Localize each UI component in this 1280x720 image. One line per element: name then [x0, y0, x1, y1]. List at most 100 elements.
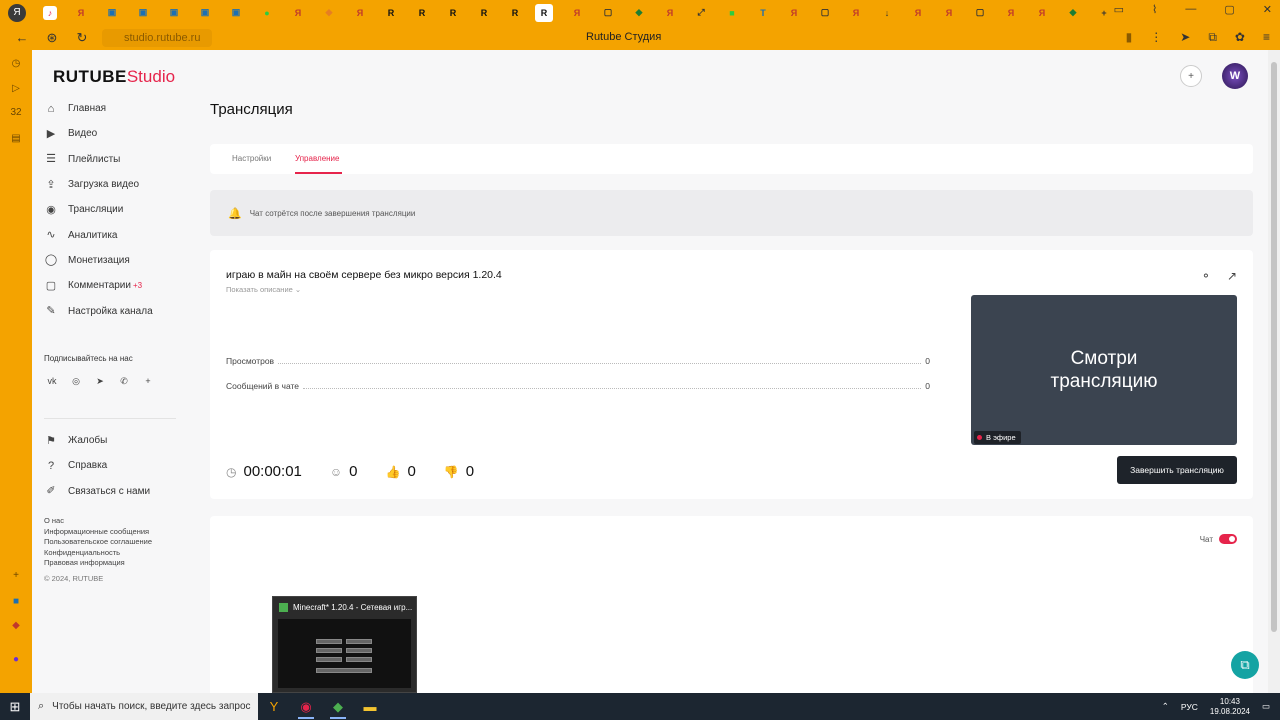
minecraft-icon[interactable]: ◆: [322, 693, 354, 720]
browser-tab[interactable]: Я: [663, 6, 677, 20]
menu-icon[interactable]: ≡: [1263, 30, 1270, 45]
browser-tab[interactable]: ▣: [229, 6, 243, 20]
sidebar-item-comments[interactable]: ▢ Комментарии +3: [44, 273, 182, 298]
browser-tab[interactable]: Я: [291, 6, 305, 20]
tab-management[interactable]: Управление: [295, 154, 339, 163]
browser-tab[interactable]: Я: [353, 6, 367, 20]
reload-icon[interactable]: ↻: [74, 30, 90, 46]
browser-tab[interactable]: Я: [1035, 6, 1049, 20]
footer-link[interactable]: Пользовательское соглашение: [44, 537, 152, 548]
sidebar-item-channel-settings[interactable]: ✎ Настройка канала: [44, 298, 182, 323]
language-indicator[interactable]: РУС: [1181, 702, 1198, 712]
browser-tab[interactable]: ▣: [167, 6, 181, 20]
footer-link[interactable]: Информационные сообщения: [44, 527, 152, 538]
stream-preview[interactable]: Смотри трансляцию В эфире: [971, 295, 1237, 445]
clock-icon[interactable]: ◷: [9, 58, 23, 72]
browser-tab[interactable]: ♪: [43, 5, 57, 20]
maximize-icon[interactable]: ▢: [1224, 3, 1234, 16]
browser-menu-icon[interactable]: Я: [8, 3, 26, 22]
browser-tab[interactable]: ●: [260, 6, 274, 20]
file-explorer-icon[interactable]: ▬: [354, 693, 386, 720]
clock[interactable]: 10:43 19.08.2024: [1210, 697, 1250, 717]
back-icon[interactable]: ←: [14, 30, 30, 45]
play-icon[interactable]: ▷: [9, 83, 23, 97]
vk-icon[interactable]: vk: [44, 373, 60, 389]
note-icon[interactable]: ▤: [9, 133, 23, 147]
browser-tab[interactable]: ▣: [105, 6, 119, 20]
browser-tab[interactable]: Я: [74, 6, 88, 20]
chat-toggle[interactable]: [1219, 534, 1237, 544]
notifications-icon[interactable]: ▭: [1262, 701, 1270, 712]
browser-tab[interactable]: ↓: [880, 6, 894, 20]
browser-tab[interactable]: R: [508, 6, 522, 20]
browser-tab[interactable]: ▢: [601, 6, 615, 20]
cursor-icon[interactable]: ➤: [1180, 30, 1190, 45]
browser-tab-active[interactable]: R: [535, 3, 553, 22]
more-social-icon[interactable]: +: [140, 373, 156, 389]
taskbar-thumbnail-popup[interactable]: Minecraft* 1.20.4 - Сетевая игр...: [272, 596, 417, 693]
sidebar-item-monetization[interactable]: ◯ Монетизация: [44, 248, 182, 273]
open-external-icon[interactable]: ↗: [1227, 269, 1237, 283]
footer-link[interactable]: Правовая информация: [44, 558, 152, 569]
browser-tab[interactable]: ▣: [198, 6, 212, 20]
browser-tab[interactable]: R: [446, 6, 460, 20]
scroll-thumb[interactable]: [1271, 62, 1277, 632]
sidebar-item-home[interactable]: ⌂ Главная: [44, 96, 182, 121]
sidebar-item-upload[interactable]: ⇪ Загрузка видео: [44, 172, 182, 197]
sidebar-item-playlists[interactable]: ☰ Плейлисты: [44, 147, 182, 172]
yandex-browser-icon[interactable]: Y: [258, 693, 290, 720]
end-broadcast-button[interactable]: Завершить трансляцию: [1117, 456, 1237, 484]
bookmark-icon[interactable]: ▮: [1126, 30, 1133, 45]
more-icon[interactable]: ⋮: [1150, 30, 1162, 45]
bookmark-icon[interactable]: ⌇: [1152, 3, 1157, 16]
sidebar-item-contact[interactable]: ✐ Связаться с нами: [44, 479, 182, 504]
tab-settings[interactable]: Настройки: [232, 154, 271, 163]
sidebar-item-video[interactable]: ▶ Видео: [44, 121, 182, 146]
new-tab-icon[interactable]: +: [1097, 6, 1111, 20]
add-content-icon[interactable]: +: [1180, 65, 1202, 87]
windows-start-icon[interactable]: ⊞: [0, 693, 30, 720]
sidebar-item-help[interactable]: ? Справка: [44, 453, 182, 478]
add-icon[interactable]: +: [9, 570, 23, 584]
app-icon[interactable]: ◆: [9, 620, 23, 634]
browser-tab[interactable]: Я: [1004, 6, 1018, 20]
close-icon[interactable]: ✕: [1263, 3, 1272, 16]
browser-tab[interactable]: ▢: [973, 6, 987, 20]
browser-tab[interactable]: Я: [570, 6, 584, 20]
browser-tab[interactable]: T: [756, 6, 770, 20]
browser-tab[interactable]: ■: [725, 6, 739, 20]
browser-tab[interactable]: R: [415, 6, 429, 20]
browser-tab[interactable]: ▣: [136, 6, 150, 20]
home-icon[interactable]: ⊛: [44, 30, 60, 46]
sidebar-item-broadcasts[interactable]: ◉ Трансляции: [44, 197, 182, 222]
tabs-menu-icon[interactable]: ▭: [1114, 3, 1124, 16]
telegram-icon[interactable]: ➤: [92, 373, 108, 389]
taskbar-search[interactable]: ⌕ Чтобы начать поиск, введите здесь запр…: [30, 693, 258, 720]
rutube-studio-logo[interactable]: RUTUBEStudio: [53, 67, 175, 87]
browser-tab[interactable]: Я: [911, 6, 925, 20]
collections-icon[interactable]: ⧉: [1208, 30, 1217, 45]
app-icon[interactable]: ■: [9, 596, 23, 610]
sidebar-item-complaints[interactable]: ⚑ Жалобы: [44, 428, 182, 453]
browser-tab[interactable]: ⤢: [694, 6, 708, 20]
minimize-icon[interactable]: —: [1185, 3, 1196, 16]
browser-tab[interactable]: Я: [787, 6, 801, 20]
browser-tab[interactable]: Я: [849, 6, 863, 20]
browser-tab[interactable]: R: [384, 6, 398, 20]
avatar[interactable]: W: [1222, 63, 1248, 89]
tray-chevron-icon[interactable]: ⌃: [1162, 701, 1169, 712]
browser-tab[interactable]: ◆: [632, 6, 646, 20]
browser-tab[interactable]: ◆: [1066, 6, 1080, 20]
sidebar-item-analytics[interactable]: ∿ Аналитика: [44, 222, 182, 247]
footer-link[interactable]: О нас: [44, 516, 152, 527]
alice-icon[interactable]: ●: [9, 654, 23, 668]
support-chat-button[interactable]: ⧉: [1231, 651, 1259, 679]
ok-icon[interactable]: ◎: [68, 373, 84, 389]
viber-icon[interactable]: ✆: [116, 373, 132, 389]
count-icon[interactable]: 32: [9, 107, 23, 121]
obs-icon[interactable]: ◉: [290, 693, 322, 720]
browser-tab[interactable]: ▢: [818, 6, 832, 20]
url-field[interactable]: studio.rutube.ru: [102, 28, 212, 47]
page-scrollbar[interactable]: [1268, 50, 1280, 693]
browser-tab[interactable]: ◆: [322, 6, 336, 20]
